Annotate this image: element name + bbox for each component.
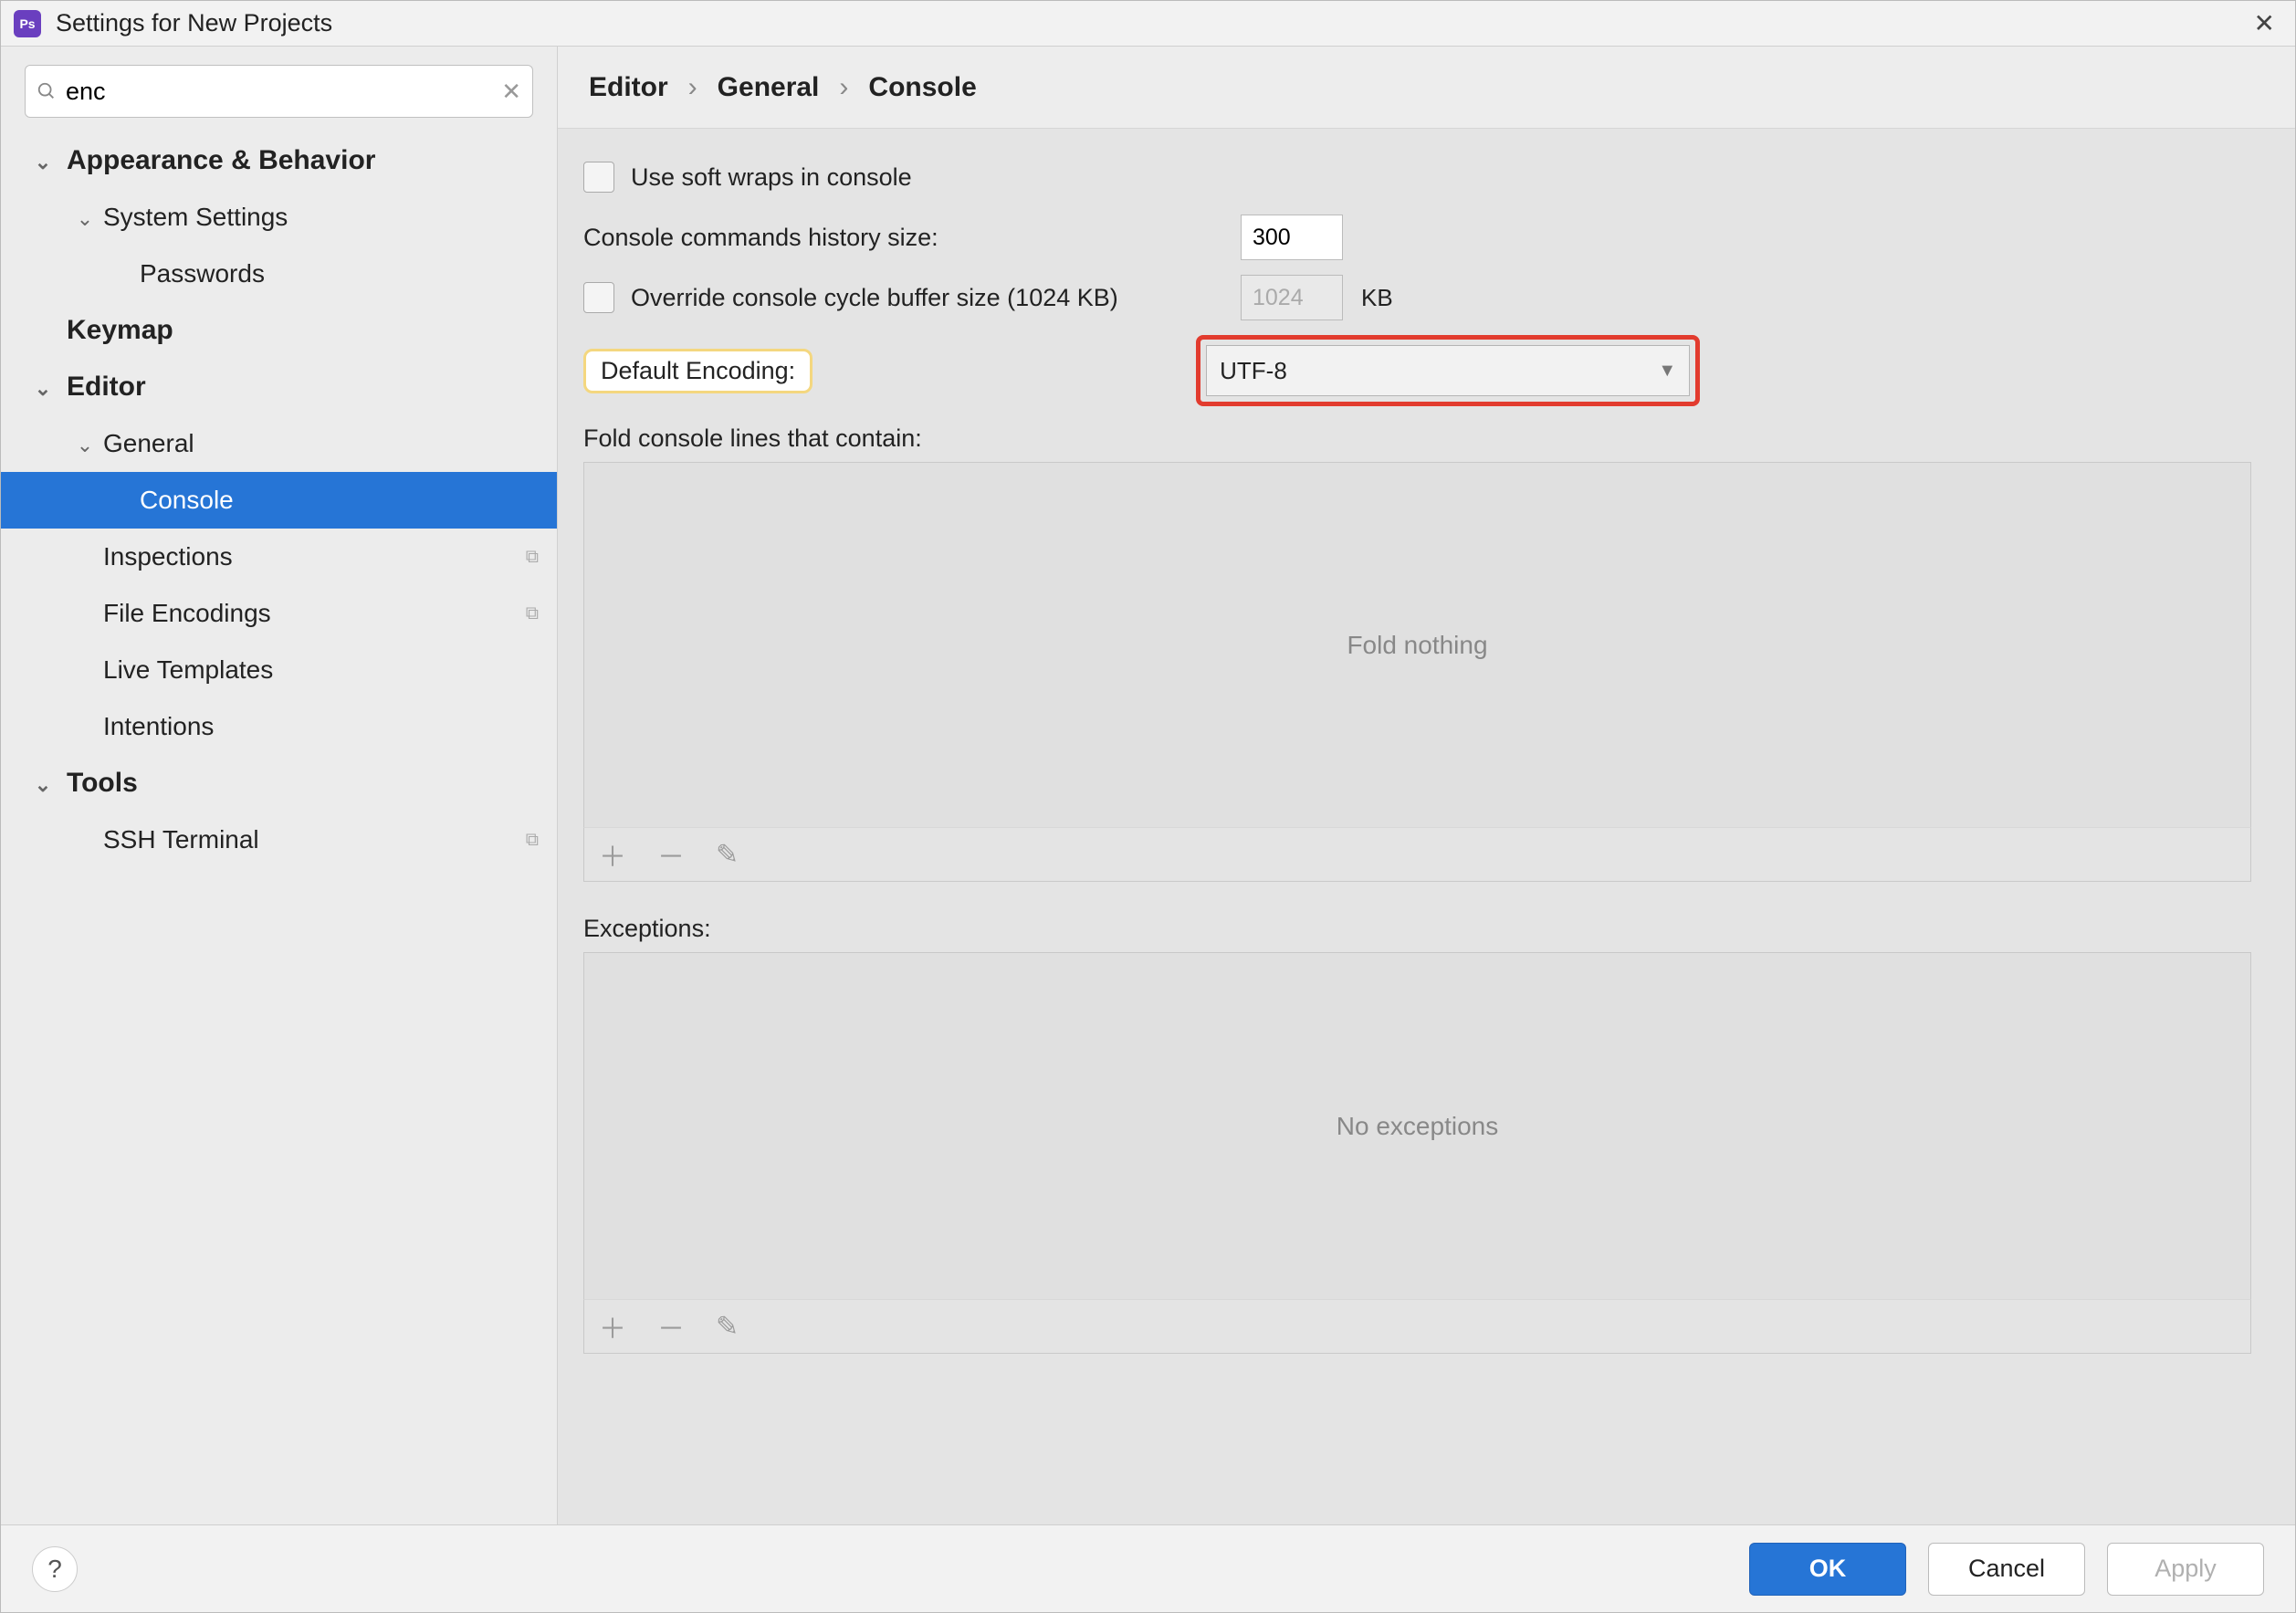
soft-wraps-row: Use soft wraps in console: [583, 147, 2251, 207]
help-button[interactable]: ?: [32, 1546, 78, 1592]
sidebar-item-label: Intentions: [103, 712, 214, 741]
default-encoding-label: Default Encoding:: [583, 349, 813, 393]
override-buffer-unit: KB: [1361, 284, 1393, 312]
main-panel: Editor › General › Console Use soft wrap…: [558, 47, 2295, 1524]
chevron-right-icon: ›: [688, 72, 697, 103]
footer: ? OK Cancel Apply: [1, 1524, 2295, 1612]
edit-icon[interactable]: ✎: [716, 1311, 739, 1343]
default-encoding-combo[interactable]: UTF-8 ▼: [1206, 345, 1690, 396]
chevron-down-icon: ⌄: [67, 207, 103, 231]
sidebar-item-inspections[interactable]: Inspections ⧉: [1, 529, 557, 585]
chevron-down-icon: ⌄: [67, 434, 103, 457]
edit-icon[interactable]: ✎: [716, 839, 739, 871]
sidebar-item-tools[interactable]: ⌄ Tools: [1, 755, 557, 812]
chevron-right-icon: ›: [839, 72, 848, 103]
chevron-down-icon: ⌄: [25, 377, 61, 401]
breadcrumb: Editor › General › Console: [558, 47, 2295, 129]
sidebar-item-label: Passwords: [140, 259, 265, 288]
app-icon: Ps: [14, 10, 41, 37]
content-area: Use soft wraps in console Console comman…: [558, 129, 2295, 1524]
clear-search-icon[interactable]: ✕: [501, 78, 521, 106]
titlebar: Ps Settings for New Projects ✕: [1, 1, 2295, 47]
highlight-annotation: UTF-8 ▼: [1196, 335, 1700, 406]
close-icon[interactable]: ✕: [2247, 8, 2282, 38]
add-icon[interactable]: ＋: [599, 834, 626, 875]
fold-list-toolbar: ＋ － ✎: [583, 827, 2251, 882]
sidebar-item-ssh-terminal[interactable]: SSH Terminal ⧉: [1, 812, 557, 868]
sidebar-item-label: File Encodings: [103, 599, 271, 628]
sidebar-item-label: General: [103, 429, 194, 458]
copy-icon: ⧉: [526, 603, 539, 624]
window-title: Settings for New Projects: [56, 9, 2247, 37]
ok-button[interactable]: OK: [1749, 1543, 1906, 1596]
exceptions-listbox[interactable]: No exceptions: [583, 952, 2251, 1299]
sidebar-item-appearance-behavior[interactable]: ⌄ Appearance & Behavior: [1, 132, 557, 189]
add-icon[interactable]: ＋: [599, 1306, 626, 1346]
sidebar: ✕ ⌄ Appearance & Behavior ⌄ System Setti…: [1, 47, 558, 1524]
history-size-input[interactable]: [1241, 215, 1343, 260]
sidebar-item-editor[interactable]: ⌄ Editor: [1, 359, 557, 415]
override-buffer-row: Override console cycle buffer size (1024…: [583, 267, 2251, 328]
fold-listbox[interactable]: Fold nothing: [583, 462, 2251, 827]
fold-section-label: Fold console lines that contain:: [583, 424, 2251, 453]
copy-icon: ⧉: [526, 830, 539, 851]
sidebar-item-label: Editor: [67, 372, 146, 403]
sidebar-item-label: Console: [140, 486, 234, 515]
copy-icon: ⧉: [526, 547, 539, 568]
fold-listbox-placeholder: Fold nothing: [1347, 631, 1487, 660]
override-buffer-label: Override console cycle buffer size (1024…: [631, 284, 1241, 312]
default-encoding-row: Default Encoding: UTF-8 ▼: [583, 335, 2251, 406]
history-size-row: Console commands history size:: [583, 207, 2251, 267]
cancel-button[interactable]: Cancel: [1928, 1543, 2085, 1596]
sidebar-item-label: Inspections: [103, 542, 233, 571]
sidebar-item-keymap[interactable]: Keymap: [1, 302, 557, 359]
settings-window: Ps Settings for New Projects ✕ ✕ ⌄ Appea…: [0, 0, 2296, 1613]
default-encoding-value: UTF-8: [1220, 357, 1287, 385]
search-input[interactable]: [66, 78, 501, 106]
breadcrumb-console[interactable]: Console: [868, 72, 976, 103]
sidebar-item-console[interactable]: Console: [1, 472, 557, 529]
chevron-down-icon: ⌄: [25, 773, 61, 797]
sidebar-item-intentions[interactable]: Intentions: [1, 698, 557, 755]
history-size-label: Console commands history size:: [583, 224, 1241, 252]
chevron-down-icon: ⌄: [25, 151, 61, 174]
search-box[interactable]: ✕: [25, 65, 533, 118]
remove-icon[interactable]: －: [657, 834, 685, 875]
body: ✕ ⌄ Appearance & Behavior ⌄ System Setti…: [1, 47, 2295, 1524]
exceptions-list-toolbar: ＋ － ✎: [583, 1299, 2251, 1354]
sidebar-item-passwords[interactable]: Passwords: [1, 246, 557, 302]
sidebar-item-system-settings[interactable]: ⌄ System Settings: [1, 189, 557, 246]
sidebar-item-label: System Settings: [103, 203, 288, 232]
override-buffer-input: [1241, 275, 1343, 320]
sidebar-item-label: Appearance & Behavior: [67, 145, 375, 176]
sidebar-item-label: Live Templates: [103, 655, 273, 685]
override-buffer-checkbox[interactable]: [583, 282, 614, 313]
soft-wraps-checkbox[interactable]: [583, 162, 614, 193]
sidebar-item-label: SSH Terminal: [103, 825, 259, 854]
apply-button[interactable]: Apply: [2107, 1543, 2264, 1596]
settings-tree: ⌄ Appearance & Behavior ⌄ System Setting…: [1, 132, 557, 1524]
sidebar-item-general[interactable]: ⌄ General: [1, 415, 557, 472]
soft-wraps-label: Use soft wraps in console: [631, 163, 912, 192]
exceptions-listbox-placeholder: No exceptions: [1337, 1112, 1498, 1141]
sidebar-item-file-encodings[interactable]: File Encodings ⧉: [1, 585, 557, 642]
sidebar-item-label: Tools: [67, 768, 138, 799]
exceptions-section-label: Exceptions:: [583, 915, 2251, 943]
remove-icon[interactable]: －: [657, 1306, 685, 1346]
breadcrumb-general[interactable]: General: [718, 72, 820, 103]
sidebar-item-live-templates[interactable]: Live Templates: [1, 642, 557, 698]
sidebar-item-label: Keymap: [67, 315, 173, 346]
search-icon: [37, 81, 57, 101]
chevron-down-icon: ▼: [1658, 361, 1676, 382]
breadcrumb-editor[interactable]: Editor: [589, 72, 668, 103]
